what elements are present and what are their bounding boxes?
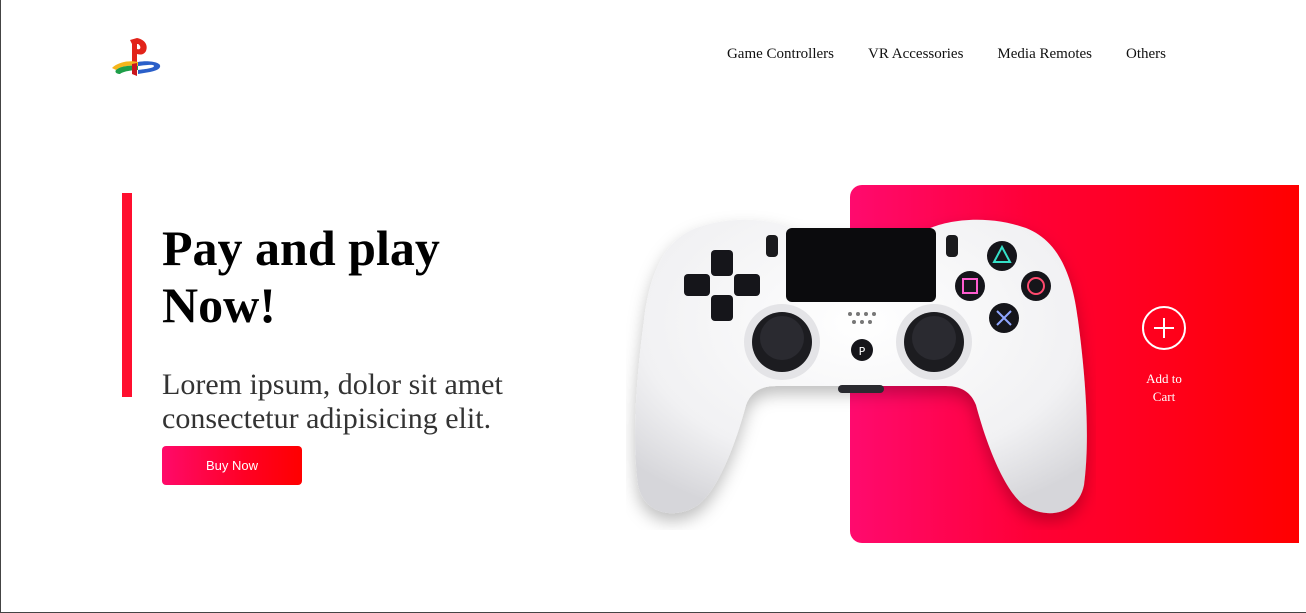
playstation-logo-icon[interactable] — [110, 36, 164, 78]
nav-item-vr-accessories[interactable]: VR Accessories — [868, 46, 963, 63]
nav-item-media-remotes[interactable]: Media Remotes — [997, 46, 1092, 63]
add-to-cart-label-line2: Cart — [1152, 389, 1176, 404]
add-to-cart-label: Add to Cart — [1132, 370, 1196, 406]
main-nav: Game Controllers VR Accessories Media Re… — [727, 46, 1166, 63]
game-controller-image: P — [626, 200, 1096, 530]
nav-item-others[interactable]: Others — [1126, 46, 1166, 63]
add-to-cart-button[interactable]: Add to Cart — [1132, 306, 1196, 406]
hero-headline: Pay and play Now! — [162, 220, 562, 334]
hero-subtext: Lorem ipsum, dolor sit amet consectetur … — [162, 368, 503, 435]
hero-headline-line1: Pay and play — [162, 220, 440, 276]
add-to-cart-label-line1: Add to — [1146, 371, 1182, 386]
accent-bar — [122, 193, 132, 397]
nav-item-game-controllers[interactable]: Game Controllers — [727, 46, 834, 63]
plus-circle-icon[interactable] — [1142, 306, 1186, 350]
svg-text:P: P — [859, 345, 866, 358]
buy-now-button[interactable]: Buy Now — [162, 446, 302, 485]
hero-headline-line2: Now! — [162, 277, 276, 333]
